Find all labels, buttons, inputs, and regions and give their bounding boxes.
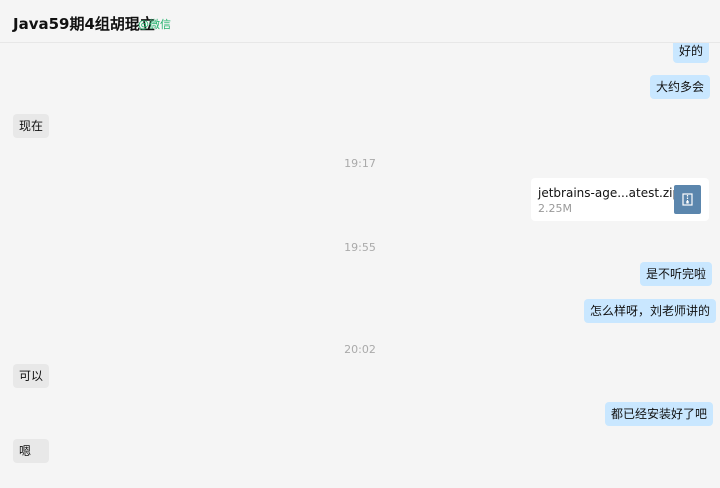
received-message[interactable]: 嗯: [13, 439, 49, 463]
received-message[interactable]: 可以: [13, 364, 50, 388]
zip-file-icon: [674, 185, 701, 214]
chat-message-area[interactable]: 好的 大约多会 现在 19:17 jetbrains-age...atest.z…: [0, 0, 720, 488]
file-message-card[interactable]: jetbrains-age...atest.zip 2.25M: [531, 178, 709, 221]
received-message[interactable]: 现在: [13, 114, 50, 138]
file-name: jetbrains-age...atest.zip: [538, 186, 681, 200]
timestamp: 20:02: [344, 343, 376, 356]
sent-message[interactable]: 怎么样呀，刘老师讲的: [584, 299, 717, 323]
chat-header: Java59期4组胡琨立 @微信: [0, 0, 720, 43]
timestamp: 19:55: [344, 241, 376, 254]
contact-name[interactable]: Java59期4组胡琨立: [13, 14, 155, 34]
file-size: 2.25M: [538, 202, 572, 215]
wechat-source-tag: @微信: [138, 18, 171, 31]
timestamp: 19:17: [344, 157, 376, 170]
sent-message[interactable]: 大约多会: [650, 75, 711, 99]
sent-message[interactable]: 都已经安装好了吧: [605, 402, 714, 426]
sent-message[interactable]: 是不听完啦: [640, 262, 713, 286]
